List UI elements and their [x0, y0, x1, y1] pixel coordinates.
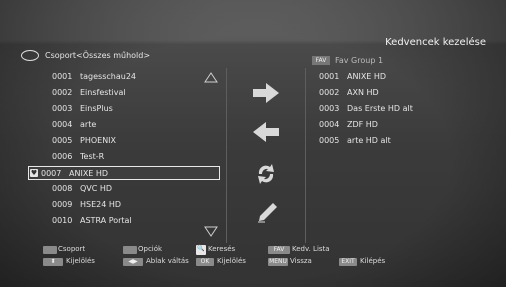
channel-number: 0004: [52, 120, 73, 129]
exit-key-button[interactable]: EXIT: [339, 258, 357, 266]
color-key-button[interactable]: [43, 246, 57, 254]
screen: Kedvencek kezelése Csoport<Összes műhold…: [0, 0, 506, 287]
channel-row[interactable]: 0006 Test-R: [40, 150, 210, 164]
divider-right: [305, 68, 306, 243]
channel-number: 0007: [41, 169, 62, 178]
search-icon[interactable]: 🔍: [196, 245, 206, 255]
group-icon[interactable]: [21, 50, 39, 61]
channel-number: 0002: [319, 88, 340, 97]
footer-label-exit: Kilépés: [360, 257, 386, 265]
favorite-row[interactable]: 0002 AXN HD: [319, 86, 499, 100]
footer-label-switch-window: Ablak váltás: [146, 257, 189, 265]
menu-key-button[interactable]: MENU: [268, 258, 288, 266]
footer-label-group: Csoport: [58, 245, 86, 253]
channel-number: 0005: [52, 136, 73, 145]
favorite-heart-icon: ♥: [30, 169, 38, 177]
channel-row[interactable]: 0004 arte: [40, 118, 210, 132]
channel-name: HSE24 HD: [80, 200, 122, 209]
channel-row[interactable]: 0010 ASTRA Portal: [40, 214, 210, 228]
channel-number: 0010: [52, 216, 73, 225]
channel-name: QVC HD: [80, 184, 113, 193]
channel-name: tagesschau24: [80, 72, 136, 81]
channel-number: 0003: [319, 104, 340, 113]
channel-row[interactable]: 0005 PHOENIX: [40, 134, 210, 148]
footer-label-select: Kijelölés: [66, 257, 95, 265]
channel-number: 0001: [319, 72, 340, 81]
favorite-row[interactable]: 0003 Das Erste HD alt: [319, 102, 499, 116]
scroll-up-icon[interactable]: [204, 72, 218, 83]
channel-name: arte: [80, 120, 97, 129]
channel-row-selected[interactable]: ♥ 0007 ANIXE HD: [28, 166, 220, 180]
swap-icon[interactable]: [253, 162, 279, 186]
favorite-row[interactable]: 0005 arte HD alt: [319, 134, 499, 148]
footer-label-search: Keresés: [208, 245, 236, 253]
channel-number: 0009: [52, 200, 73, 209]
channel-number: 0006: [52, 152, 73, 161]
channel-name: Das Erste HD alt: [347, 104, 413, 113]
arrow-right-icon[interactable]: [252, 82, 280, 104]
favorite-row[interactable]: 0004 ZDF HD: [319, 118, 499, 132]
page-title: Kedvencek kezelése: [385, 37, 486, 48]
channel-name: Test-R: [80, 152, 105, 161]
fav-group-name[interactable]: Fav Group 1: [335, 56, 383, 65]
arrow-left-icon[interactable]: [252, 121, 280, 143]
channel-name: ZDF HD: [347, 120, 378, 129]
channel-row[interactable]: 0001 tagesschau24: [40, 70, 210, 84]
channel-name: AXN HD: [347, 88, 379, 97]
rename-icon[interactable]: [255, 201, 279, 223]
channel-number: 0004: [319, 120, 340, 129]
favorite-row[interactable]: 0001 ANIXE HD: [319, 70, 499, 84]
divider-left: [226, 68, 227, 243]
left-right-key-icon[interactable]: ◀▶: [123, 258, 143, 266]
channel-row[interactable]: 0003 EinsPlus: [40, 102, 210, 116]
channel-number: 0003: [52, 104, 73, 113]
channel-row[interactable]: 0002 Einsfestival: [40, 86, 210, 100]
ok-key-button[interactable]: OK: [196, 258, 214, 266]
channel-name: ANIXE HD: [69, 169, 109, 178]
footer-label-mark: Kijelölés: [217, 257, 246, 265]
channel-name: arte HD alt: [347, 136, 391, 145]
up-down-key-icon[interactable]: ⬍: [43, 258, 63, 266]
channel-number: 0001: [52, 72, 73, 81]
channel-number: 0005: [319, 136, 340, 145]
scroll-down-icon[interactable]: [204, 226, 218, 237]
footer-label-back: Vissza: [290, 257, 312, 265]
group-selector[interactable]: Csoport<Összes műhold>: [45, 51, 150, 60]
channel-number: 0002: [52, 88, 73, 97]
fav-badge: FAV: [312, 56, 330, 65]
channel-number: 0008: [52, 184, 73, 193]
channel-name: ANIXE HD: [347, 72, 387, 81]
channel-row[interactable]: 0008 QVC HD: [40, 182, 210, 196]
channel-name: EinsPlus: [80, 104, 113, 113]
channel-name: PHOENIX: [80, 136, 117, 145]
footer-label-options: Opciók: [138, 245, 163, 253]
channel-row[interactable]: 0009 HSE24 HD: [40, 198, 210, 212]
footer-label-fav-list: Kedv. Lista: [292, 245, 330, 253]
channel-name: Einsfestival: [80, 88, 126, 97]
color-key-button[interactable]: [123, 246, 137, 254]
channel-name: ASTRA Portal: [80, 216, 132, 225]
fav-key-button[interactable]: FAV: [268, 246, 290, 254]
